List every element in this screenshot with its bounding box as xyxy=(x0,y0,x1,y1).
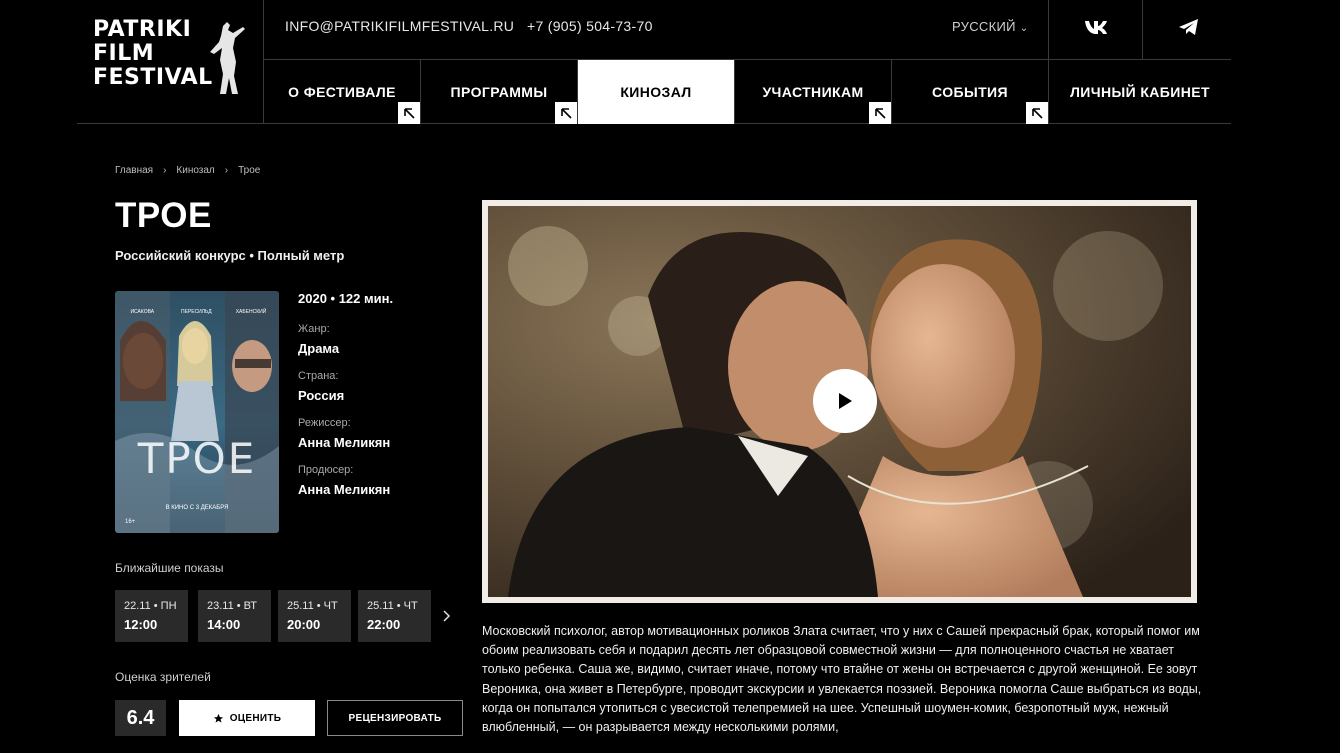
breadcrumb-current: Трое xyxy=(238,165,261,176)
film-category: Российский конкурс • Полный метр xyxy=(115,248,345,263)
corner-arrow-icon xyxy=(1026,102,1048,124)
lang-divider xyxy=(1048,0,1049,60)
poster-release: В КИНО С 3 ДЕКАБРЯ xyxy=(166,505,229,511)
poster-age: 16+ xyxy=(125,519,136,525)
telegram-link[interactable] xyxy=(1174,12,1204,42)
screening-slot[interactable]: 22.11 • ПН 12:00 xyxy=(115,590,188,642)
nav-item-account[interactable]: ЛИЧНЫЙ КАБИНЕТ xyxy=(1049,60,1231,124)
review-button[interactable]: РЕЦЕНЗИРОВАТЬ xyxy=(327,700,463,736)
video-player-frame xyxy=(482,200,1197,603)
film-poster: ИСАКОВА ПЕРЕСИЛЬД ХАБЕНСКИЙ ТРОЕ В КИНО … xyxy=(115,291,279,533)
country-label: Страна: xyxy=(298,370,339,382)
screenings-label: Ближайшие показы xyxy=(115,561,224,575)
play-icon xyxy=(839,393,852,409)
country-value: Россия xyxy=(298,388,345,403)
breadcrumb-separator-icon: › xyxy=(163,165,167,176)
film-description: Московский психолог, автор мотивационных… xyxy=(482,624,1202,735)
producer-label: Продюсер: xyxy=(298,464,354,476)
poster-title: ТРОЕ xyxy=(137,434,257,483)
nav-item-participants[interactable]: УЧАСТНИКАМ xyxy=(735,60,892,124)
screening-date: 22.11 • ПН xyxy=(124,600,177,612)
rate-button-label: ОЦЕНИТЬ xyxy=(229,712,282,724)
telegram-icon xyxy=(1179,18,1198,35)
nav-label: УЧАСТНИКАМ xyxy=(762,84,864,100)
film-year-length: 2020 • 122 мин. xyxy=(298,291,394,306)
nav-label: О ФЕСТИВАЛЕ xyxy=(288,84,396,100)
phone-link[interactable]: +7 (905) 504-73-70 xyxy=(527,18,653,34)
corner-arrow-icon xyxy=(555,102,577,124)
screenings-next-button[interactable] xyxy=(440,607,454,625)
breadcrumb-home[interactable]: Главная xyxy=(115,165,153,176)
page-title: ТРОЕ xyxy=(115,196,212,235)
nav-label: КИНОЗАЛ xyxy=(620,84,692,100)
genre-label: Жанр: xyxy=(298,323,330,335)
nav-item-programs[interactable]: ПРОГРАММЫ xyxy=(421,60,578,124)
social-divider xyxy=(1142,0,1143,60)
director-value: Анна Меликян xyxy=(298,435,391,450)
chevron-right-icon xyxy=(443,610,451,622)
email-link[interactable]: INFO@PATRIKIFILMFESTIVAL.RU xyxy=(285,18,514,34)
screening-date: 25.11 • ЧТ xyxy=(287,600,338,612)
review-button-label: РЕЦЕНЗИРОВАТЬ xyxy=(348,712,442,724)
corner-arrow-icon xyxy=(398,102,420,124)
vk-icon xyxy=(1085,21,1107,34)
director-label: Режиссер: xyxy=(298,417,351,429)
breadcrumb-cinema[interactable]: Кинозал xyxy=(176,165,214,176)
film-details: 2020 • 122 мин. Жанр: Драма Страна: Росс… xyxy=(298,291,468,497)
nav-label: ПРОГРАММЫ xyxy=(450,84,548,100)
rating-label: Оценка зрителей xyxy=(115,670,211,684)
corner-arrow-icon xyxy=(869,102,891,124)
breadcrumb: Главная › Кинозал › Трое xyxy=(115,165,260,176)
screening-slot[interactable]: 25.11 • ЧТ 20:00 xyxy=(278,590,351,642)
breadcrumb-separator-icon: › xyxy=(224,165,229,176)
festival-logo[interactable]: PATRIKI FILM FESTIVAL xyxy=(93,18,253,100)
nav-item-events[interactable]: СОБЫТИЯ xyxy=(892,60,1049,124)
nav-item-cinema[interactable]: КИНОЗАЛ xyxy=(578,60,735,124)
nav-item-about[interactable]: О ФЕСТИВАЛЕ xyxy=(264,60,421,124)
rate-button[interactable]: ОЦЕНИТЬ xyxy=(179,700,315,736)
nav-label: СОБЫТИЯ xyxy=(932,84,1008,100)
play-button[interactable] xyxy=(813,369,877,433)
video-player[interactable] xyxy=(488,206,1191,597)
screening-time: 20:00 xyxy=(287,617,321,632)
producer-value: Анна Меликян xyxy=(298,482,391,497)
screening-slot[interactable]: 25.11 • ЧТ 22:00 xyxy=(358,590,431,642)
rating-value: 6.4 xyxy=(115,700,166,736)
poster-cast: ИСАКОВА ПЕРЕСИЛЬД ХАБЕНСКИЙ xyxy=(130,307,266,315)
genre-value: Драма xyxy=(298,341,340,356)
screening-slot[interactable]: 23.11 • ВТ 14:00 xyxy=(198,590,271,642)
nav-label: ЛИЧНЫЙ КАБИНЕТ xyxy=(1070,84,1210,100)
screening-time: 22:00 xyxy=(367,617,401,632)
poster-image: ИСАКОВА ПЕРЕСИЛЬД ХАБЕНСКИЙ ТРОЕ В КИНО … xyxy=(115,291,279,533)
star-icon xyxy=(213,713,223,723)
vk-link[interactable] xyxy=(1081,12,1111,42)
language-select[interactable]: РУССКИЙ ⌄ xyxy=(952,19,1028,34)
screening-date: 23.11 • ВТ xyxy=(207,600,257,612)
screening-time: 12:00 xyxy=(124,617,158,632)
screening-date: 25.11 • ЧТ xyxy=(367,600,418,612)
statue-figure-icon xyxy=(210,22,245,94)
chevron-down-icon: ⌄ xyxy=(1019,23,1029,34)
language-label: РУССКИЙ xyxy=(952,19,1016,34)
main-nav: О ФЕСТИВАЛЕ ПРОГРАММЫ КИНОЗАЛ УЧАСТНИКАМ… xyxy=(264,60,1231,124)
screening-time: 14:00 xyxy=(207,617,241,632)
